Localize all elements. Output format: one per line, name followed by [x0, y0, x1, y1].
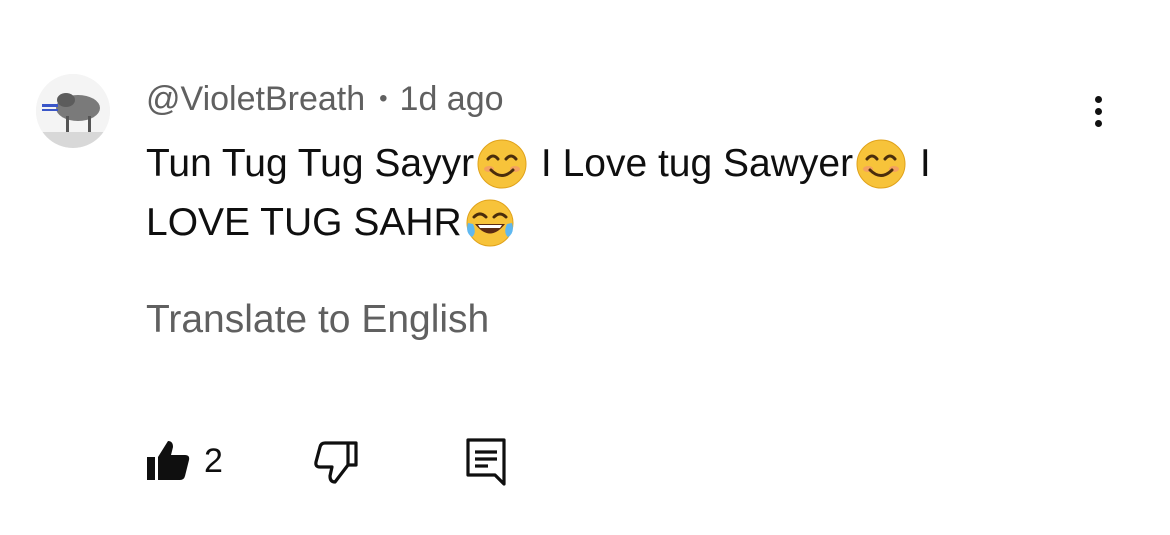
smiling-face-emoji	[476, 138, 528, 190]
comment-text: Tun Tug Tug Sayyr I Love tug Sawyer I LO…	[146, 134, 1026, 252]
comment-header: @VioletBreath • 1d ago	[146, 78, 504, 120]
vertical-dots-icon	[1094, 95, 1102, 103]
thumbs-up-filled-icon[interactable]	[146, 438, 190, 482]
like-count: 2	[204, 442, 223, 480]
comment-segment-2: I Love tug Sawyer	[530, 142, 854, 185]
more-options-button[interactable]	[1082, 88, 1114, 134]
smiling-face-emoji	[855, 138, 907, 190]
avatar-image	[36, 74, 110, 148]
thumbs-down-outline-icon[interactable]	[314, 438, 360, 484]
translate-link[interactable]: Translate to English	[146, 296, 489, 344]
reply-comment-icon[interactable]	[466, 438, 506, 486]
separator-dot: •	[379, 85, 388, 112]
avatar[interactable]	[36, 74, 110, 148]
comment-segment-1: Tun Tug Tug Sayyr	[146, 142, 475, 185]
comment-time: 1d ago	[399, 80, 504, 118]
tears-of-joy-emoji	[464, 197, 516, 249]
author-name[interactable]: @VioletBreath	[146, 80, 365, 118]
